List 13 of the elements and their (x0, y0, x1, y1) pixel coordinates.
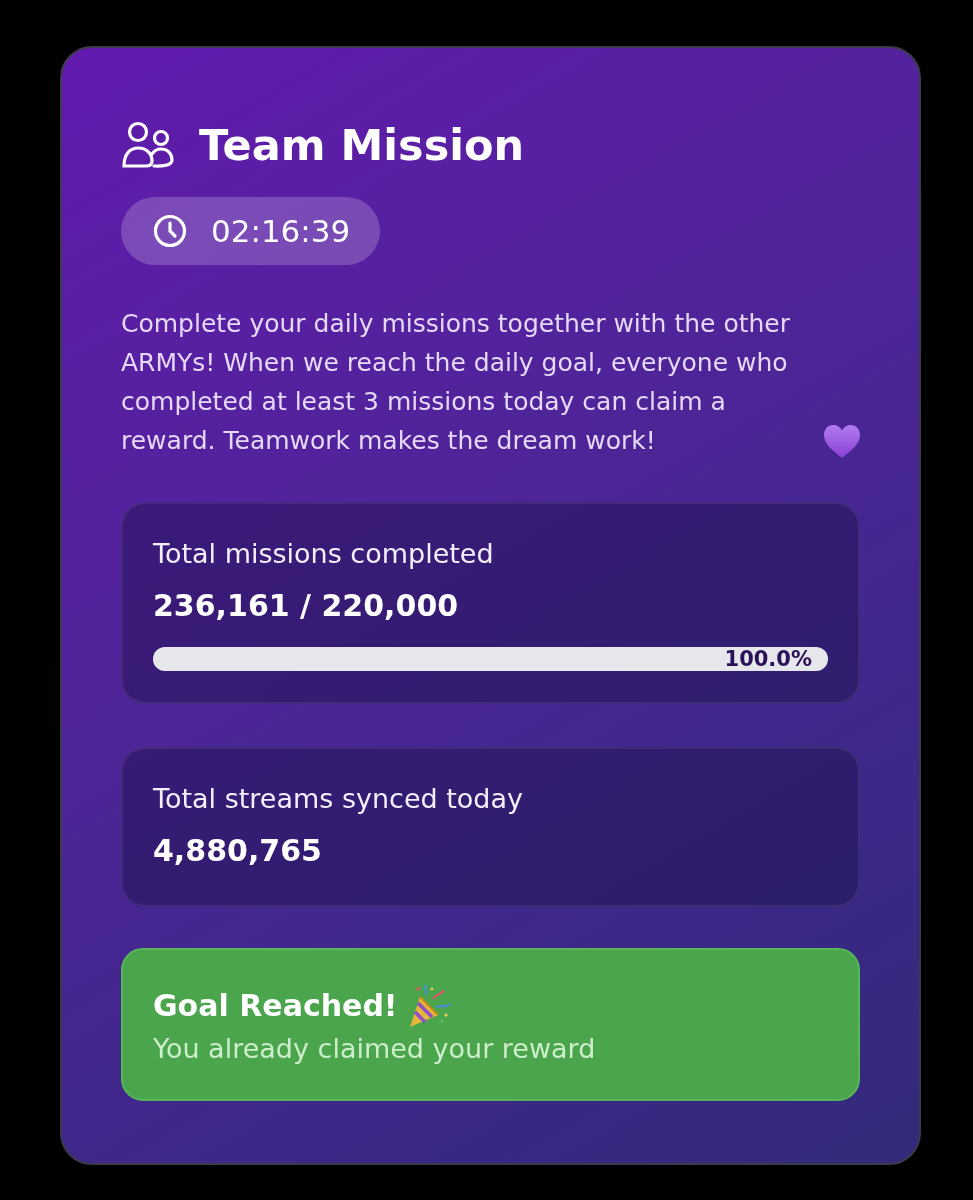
goal-title: Goal Reached! (153, 987, 398, 1025)
people-icon (121, 121, 175, 169)
goal-message: You already claimed your reward (153, 1032, 597, 1066)
card-title: Team Mission (199, 119, 525, 172)
stat-value: 236,161 / 220,000 (153, 587, 460, 625)
countdown-timer: 02:16:39 (211, 211, 351, 251)
clock-icon (153, 214, 187, 248)
progress-percentage: 100.0% (724, 647, 812, 671)
stat-label: Total missions completed (153, 537, 495, 571)
description-text: Complete your daily missions together with the other ARMYs! When we reach the daily goal, everyone who completed at least 3 missions today can claim a reward. Teamwork makes the dream work! (121, 308, 791, 457)
heart-icon (824, 425, 860, 458)
stat-label: Total streams synced today (153, 782, 524, 816)
stat-value: 4,880,765 (153, 832, 323, 870)
